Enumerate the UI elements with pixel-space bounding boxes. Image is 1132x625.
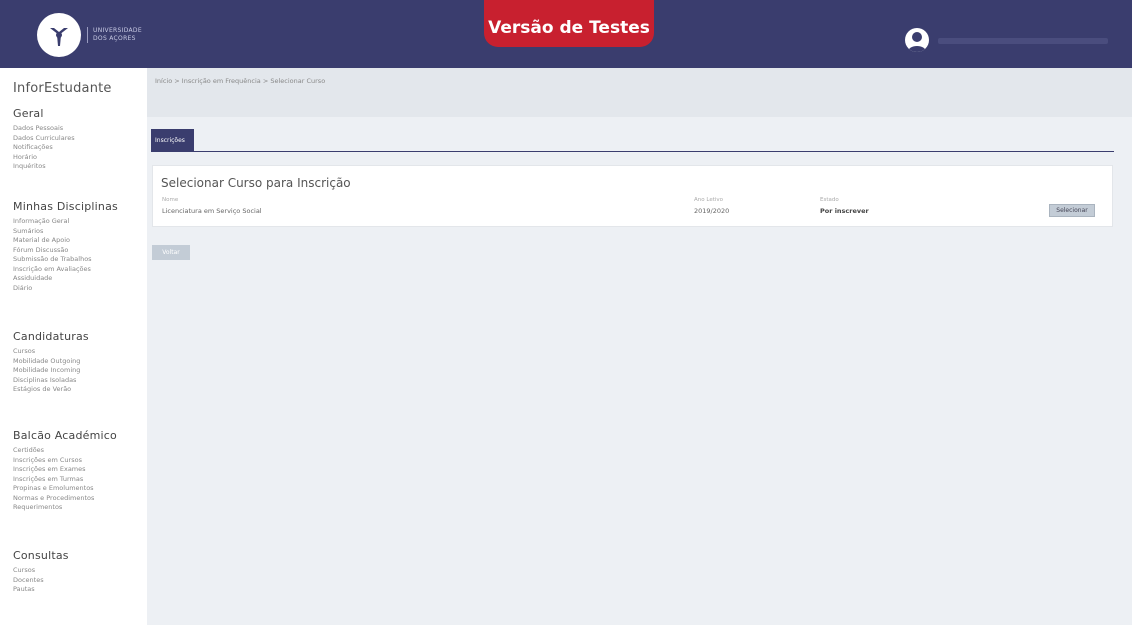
sidebar-section-title: Geral [13, 107, 44, 120]
sidebar-item-informacao-geral[interactable]: Informação Geral [13, 217, 118, 227]
sidebar-item-assiduidade[interactable]: Assiduidade [13, 274, 118, 284]
sidebar-item-inscricoes-exames[interactable]: Inscrições em Exames [13, 465, 117, 475]
sidebar-section-title: Consultas [13, 549, 69, 562]
sidebar-item-submissao-trabalhos[interactable]: Submissão de Trabalhos [13, 255, 118, 265]
university-emblem-icon [37, 13, 81, 57]
user-name[interactable] [938, 38, 1108, 44]
sidebar-item-normas-procedimentos[interactable]: Normas e Procedimentos [13, 494, 117, 504]
university-name: UNIVERSIDADE DOS AÇORES [87, 27, 142, 43]
course-name: Licenciatura em Serviço Social [162, 207, 262, 215]
sidebar-item-horario[interactable]: Horário [13, 153, 75, 163]
sidebar-section-minhas-disciplinas: Minhas Disciplinas Informação Geral Sumá… [13, 200, 118, 293]
university-logo[interactable]: UNIVERSIDADE DOS AÇORES [37, 13, 142, 57]
test-version-banner: Versão de Testes [484, 0, 654, 47]
sidebar-section-title: Minhas Disciplinas [13, 200, 118, 213]
sidebar-item-mobilidade-incoming[interactable]: Mobilidade Incoming [13, 366, 89, 376]
course-selection-card: Selecionar Curso para Inscrição Nome Ano… [152, 165, 1113, 227]
card-title: Selecionar Curso para Inscrição [161, 176, 351, 190]
course-state: Por inscrever [820, 207, 869, 215]
sidebar-item-estagios-verao[interactable]: Estágios de Verão [13, 385, 89, 395]
sidebar-item-inscricao-avaliacoes[interactable]: Inscrição em Avaliações [13, 265, 118, 275]
app-title[interactable]: InforEstudante [13, 81, 112, 96]
breadcrumb[interactable]: Início > Inscrição em Frequência > Selec… [155, 77, 325, 85]
main-content: Início > Inscrição em Frequência > Selec… [147, 68, 1132, 625]
select-course-button[interactable]: Selecionar [1049, 204, 1095, 217]
tab-row: Inscrições [151, 129, 1114, 152]
sidebar-item-disciplinas-isoladas[interactable]: Disciplinas Isoladas [13, 376, 89, 386]
sidebar-item-material-apoio[interactable]: Material de Apoio [13, 236, 118, 246]
sidebar-item-mobilidade-outgoing[interactable]: Mobilidade Outgoing [13, 357, 89, 367]
column-header-estado: Estado [820, 197, 839, 203]
sidebar-item-notificacoes[interactable]: Notificações [13, 143, 75, 153]
sidebar-section-title: Candidaturas [13, 330, 89, 343]
sidebar-item-inqueritos[interactable]: Inquéritos [13, 162, 75, 172]
sidebar-item-dados-curriculares[interactable]: Dados Curriculares [13, 134, 75, 144]
sidebar-item-propinas-emolumentos[interactable]: Propinas e Emolumentos [13, 484, 117, 494]
course-year: 2019/2020 [694, 207, 730, 215]
sidebar-item-inscricoes-turmas[interactable]: Inscrições em Turmas [13, 475, 117, 485]
sidebar-section-title: Balcão Académico [13, 429, 117, 442]
sidebar-section-balcao-academico: Balcão Académico Certidões Inscrições em… [13, 429, 117, 513]
sidebar-item-inscricoes-cursos[interactable]: Inscrições em Cursos [13, 456, 117, 466]
top-bar: UNIVERSIDADE DOS AÇORES Versão de Testes [0, 0, 1132, 68]
sidebar-item-cursos-consulta[interactable]: Cursos [13, 566, 69, 576]
sidebar-item-sumarios[interactable]: Sumários [13, 227, 118, 237]
sidebar-item-requerimentos[interactable]: Requerimentos [13, 503, 117, 513]
sidebar-item-certidoes[interactable]: Certidões [13, 446, 117, 456]
university-name-line1: UNIVERSIDADE [93, 27, 142, 34]
column-header-ano-letivo: Ano Letivo [694, 197, 724, 203]
sidebar: InforEstudante Geral Dados Pessoais Dado… [0, 68, 147, 625]
sidebar-item-docentes[interactable]: Docentes [13, 576, 69, 586]
university-name-line2: DOS AÇORES [93, 35, 136, 42]
sidebar-item-forum-discussao[interactable]: Fórum Discussão [13, 246, 118, 256]
sidebar-item-cursos[interactable]: Cursos [13, 347, 89, 357]
user-avatar-icon[interactable] [905, 28, 929, 52]
sidebar-item-diario[interactable]: Diário [13, 284, 118, 294]
breadcrumb-bar: Início > Inscrição em Frequência > Selec… [147, 68, 1132, 117]
sidebar-item-pautas[interactable]: Pautas [13, 585, 69, 595]
back-button[interactable]: Voltar [152, 245, 190, 260]
sidebar-section-consultas: Consultas Cursos Docentes Pautas [13, 549, 69, 595]
column-header-nome: Nome [162, 197, 179, 203]
sidebar-item-dados-pessoais[interactable]: Dados Pessoais [13, 124, 75, 134]
tab-inscricoes[interactable]: Inscrições [151, 129, 194, 152]
sidebar-section-geral: Geral Dados Pessoais Dados Curriculares … [13, 107, 75, 172]
sidebar-section-candidaturas: Candidaturas Cursos Mobilidade Outgoing … [13, 330, 89, 395]
